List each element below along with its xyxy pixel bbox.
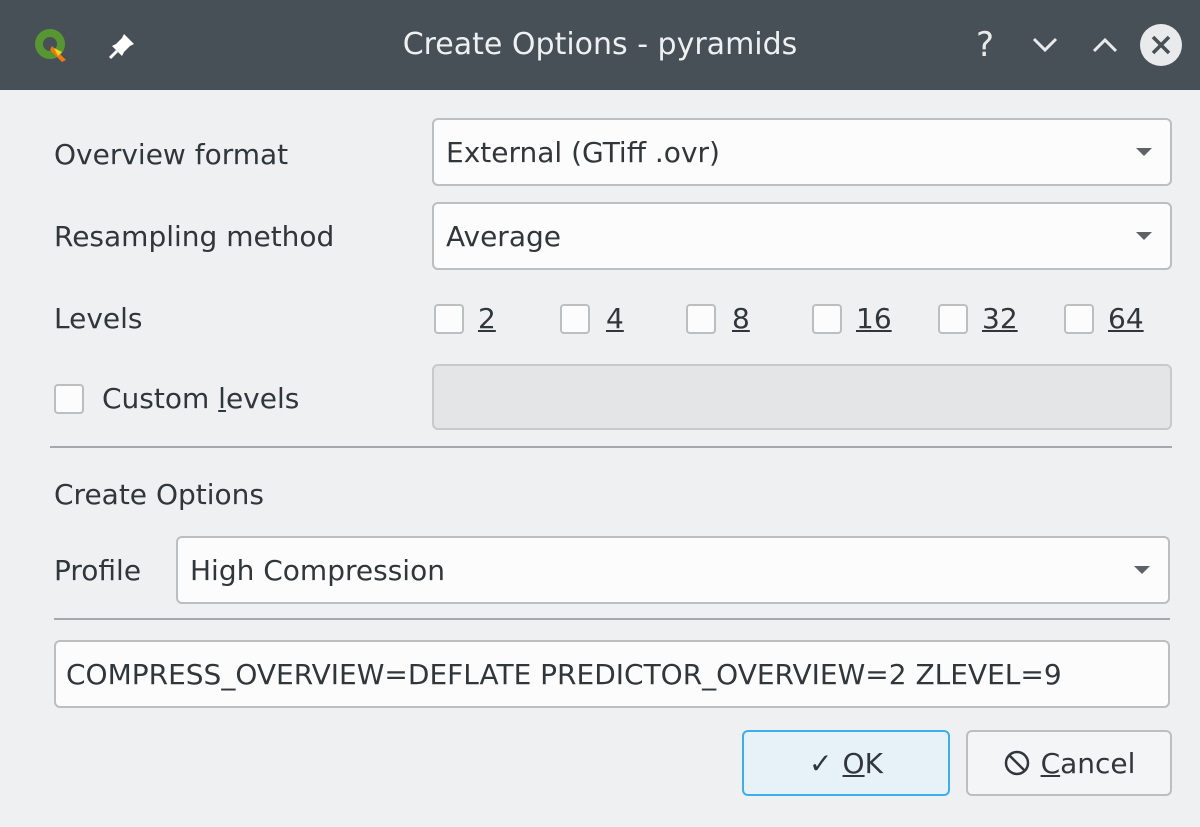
overview-format-combo[interactable]: External (GTiff .ovr): [432, 118, 1172, 186]
level-2-label[interactable]: 2: [478, 302, 496, 335]
custom-levels-mnemonic: l: [218, 382, 226, 415]
level-8-label[interactable]: 8: [732, 302, 750, 335]
level-64-label[interactable]: 64: [1108, 302, 1144, 335]
level-32-label[interactable]: 32: [982, 302, 1018, 335]
custom-levels-label-pre: Custom: [102, 382, 219, 415]
create-options-input[interactable]: COMPRESS_OVERVIEW=DEFLATE PREDICTOR_OVER…: [54, 640, 1170, 708]
separator: [54, 618, 1170, 620]
ok-button[interactable]: ✓ OK: [742, 730, 950, 796]
ok-mnemonic: O: [842, 746, 865, 780]
resampling-method-combo[interactable]: Average: [432, 202, 1172, 270]
levels-label: Levels: [54, 302, 143, 335]
title-bar[interactable]: Create Options - pyramids ?: [0, 0, 1200, 90]
ok-button-label: OK: [843, 747, 883, 780]
level-64-checkbox[interactable]: [1064, 304, 1094, 334]
level-4-checkbox[interactable]: [560, 304, 590, 334]
chevron-up-icon[interactable]: [1082, 22, 1128, 68]
overview-format-value: External (GTiff .ovr): [446, 135, 720, 169]
level-16-label[interactable]: 16: [856, 302, 892, 335]
cancel-mnemonic: C: [1040, 746, 1061, 780]
chevron-down-icon: [1136, 232, 1152, 240]
cancel-icon: [1004, 750, 1029, 776]
cancel-rest: ancel: [1060, 746, 1136, 780]
chevron-down-icon[interactable]: [1022, 22, 1068, 68]
create-options-heading: Create Options: [54, 478, 264, 511]
level-2-checkbox[interactable]: [434, 304, 464, 334]
ok-rest: K: [864, 746, 883, 780]
resampling-method-label: Resampling method: [54, 220, 335, 253]
dialog-content: Overview format External (GTiff .ovr) Re…: [0, 90, 1200, 827]
window-title: Create Options - pyramids: [402, 27, 798, 62]
level-32-checkbox[interactable]: [938, 304, 968, 334]
custom-levels-label-post: evels: [225, 382, 300, 415]
profile-combo[interactable]: High Compression: [176, 536, 1170, 604]
custom-levels-label[interactable]: Custom levels: [102, 382, 299, 415]
cancel-button-label: Cancel: [1041, 747, 1136, 780]
separator: [50, 446, 1172, 448]
level-4-label[interactable]: 4: [606, 302, 624, 335]
create-options-text: COMPRESS_OVERVIEW=DEFLATE PREDICTOR_OVER…: [66, 657, 1062, 691]
overview-format-label: Overview format: [54, 138, 289, 171]
close-icon[interactable]: [1140, 24, 1182, 66]
cancel-button[interactable]: Cancel: [966, 730, 1172, 796]
chevron-down-icon: [1134, 566, 1150, 574]
help-icon[interactable]: ?: [962, 22, 1008, 68]
profile-label: Profile: [54, 554, 142, 587]
checkmark-icon: ✓: [809, 746, 833, 780]
chevron-down-icon: [1136, 148, 1152, 156]
resampling-method-value: Average: [446, 219, 561, 253]
level-8-checkbox[interactable]: [686, 304, 716, 334]
level-16-checkbox[interactable]: [812, 304, 842, 334]
custom-levels-checkbox[interactable]: [54, 384, 84, 414]
profile-value: High Compression: [190, 553, 445, 587]
custom-levels-input: [432, 364, 1172, 430]
